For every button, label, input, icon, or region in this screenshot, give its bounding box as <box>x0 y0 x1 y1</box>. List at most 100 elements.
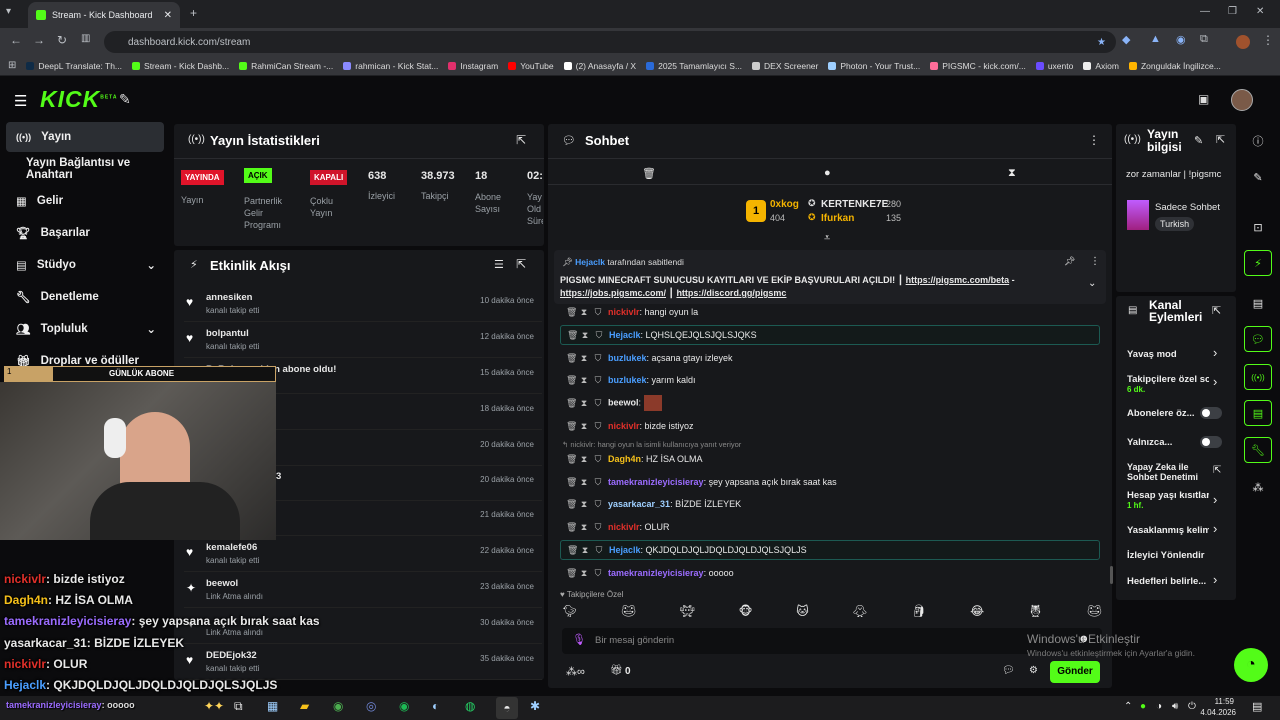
filter-icon[interactable]: ☰ <box>494 258 504 271</box>
timeout-icon[interactable]: ⧗ <box>580 477 588 488</box>
chat-menu-icon[interactable]: ⋮ <box>1088 133 1100 147</box>
minimize-icon[interactable]: — <box>1200 6 1210 17</box>
timeout-icon[interactable]: ⧗ <box>581 330 589 341</box>
sidepanel-icon[interactable]: ▥ <box>81 33 90 44</box>
mic-icon[interactable]: 🎙︎ <box>572 633 586 646</box>
send-button[interactable]: Gönder <box>1050 661 1100 683</box>
bookmark[interactable]: Stream - Kick Dashb... <box>132 61 229 71</box>
emote-icon[interactable]: 🦉︎ <box>1028 604 1043 622</box>
chat-message[interactable]: 🗑︎ ⧗ ⛉ tamekranizleyicisieray: ooooo <box>560 563 1100 583</box>
whatsapp-icon[interactable]: ◍ <box>465 699 475 713</box>
tab-list-icon[interactable]: ▾ <box>6 6 11 17</box>
expand-icon[interactable]: ⇱ <box>516 133 526 147</box>
clock-date[interactable]: 4.04.2026 <box>1196 708 1236 717</box>
menu-dots-icon[interactable]: ⋮ <box>1262 33 1274 47</box>
action-raid[interactable]: İzleyici Yönlendir <box>1127 550 1204 561</box>
chrome-icon[interactable]: ◉ <box>333 699 343 713</box>
obs-icon[interactable]: ◓ <box>496 697 518 719</box>
trash-icon[interactable]: 🗑︎ <box>566 454 577 465</box>
forward-icon[interactable]: → <box>33 33 45 47</box>
bookmark[interactable]: 2025 Tamamlayıcı S... <box>646 61 742 71</box>
steam-icon[interactable]: ◐ <box>432 699 439 713</box>
subs-only-toggle[interactable] <box>1200 407 1222 419</box>
spotify-icon[interactable]: ◉ <box>399 699 409 713</box>
lightning-icon[interactable]: ⚡︎ <box>1244 250 1272 276</box>
action-banned-words[interactable]: Yasaklanmış kelim <box>1127 525 1209 536</box>
chevron-right-icon[interactable]: › <box>1213 345 1217 360</box>
chat-message[interactable]: 🗑︎ ⧗ ⛉ Hejaclk: LQHSLQEJQLSJQLSJQKS <box>560 325 1100 345</box>
pinned-link[interactable]: https://jobs.pigsmc.com/ <box>560 288 666 298</box>
ban-icon[interactable]: ⛉ <box>594 522 602 533</box>
extension-icon[interactable]: ◉ <box>1176 33 1186 46</box>
ban-icon[interactable]: ⛉ <box>594 568 602 579</box>
action-account-age[interactable]: Hesap yaşı kısıtlar <box>1127 490 1209 501</box>
url-field[interactable]: dashboard.kick.com/stream ★ <box>104 31 1116 53</box>
sidebar-item-yayin[interactable]: ((•)) Yayın <box>6 122 164 152</box>
gift-icon[interactable]: 🎁︎ <box>610 665 623 676</box>
trash-icon[interactable]: 🗑︎ <box>566 568 577 579</box>
emote-icon[interactable]: 🐱︎ <box>796 604 809 622</box>
user-avatar[interactable] <box>1231 89 1253 111</box>
close-window-icon[interactable]: ✕ <box>1256 6 1264 17</box>
bookmark[interactable]: uxento <box>1035 61 1073 71</box>
volume-icon[interactable]: 🔊︎ <box>1172 701 1178 712</box>
chevron-right-icon[interactable]: › <box>1213 492 1217 507</box>
extensions-puzzle-icon[interactable]: ⧉ <box>1200 33 1208 46</box>
broadcast-icon[interactable]: ((•)) <box>1244 364 1272 390</box>
chevron-right-icon[interactable]: › <box>1213 521 1217 536</box>
bookmark[interactable]: (2) Anasayfa / X <box>563 61 636 71</box>
action-goals[interactable]: Hedefleri belirle... <box>1127 576 1206 587</box>
chat-message[interactable]: 🗑︎ ⧗ ⛉ yasarkacar_31: BİZDE İZLEYEK <box>560 494 1100 514</box>
emote-icon[interactable]: 🐸︎ <box>1087 604 1102 622</box>
profile-avatar[interactable] <box>1236 35 1250 49</box>
discord-icon[interactable]: ◎ <box>366 699 376 713</box>
bookmark[interactable]: Instagram <box>448 61 498 71</box>
emote-icon[interactable]: 😂︎ <box>970 604 984 622</box>
chat-input[interactable]: 🎙︎ Bir mesaj gönderin ☻ <box>562 628 1102 654</box>
wrench-icon[interactable]: 🔧︎ <box>1244 437 1272 463</box>
timeout-icon[interactable]: ⧗ <box>580 375 588 386</box>
edit-pencil-icon[interactable]: ✎ <box>1194 134 1203 147</box>
chevron-right-icon[interactable]: › <box>1213 572 1217 587</box>
bookmark[interactable]: PIGSMC - kick.com/... <box>930 61 1026 71</box>
pin-icon[interactable]: 📌︎ <box>1064 256 1075 267</box>
expand-icon[interactable]: ⇱ <box>1212 304 1221 317</box>
chat-mode-icon[interactable]: ● <box>824 167 831 179</box>
reload-icon[interactable]: ↻ <box>57 33 67 47</box>
support-chat-button[interactable]: ◔ <box>1234 648 1268 682</box>
chat-bubble-icon[interactable]: 💬︎ <box>1244 326 1272 352</box>
ban-icon[interactable]: ⛉ <box>594 398 602 409</box>
emote-icon[interactable]: 👾︎ <box>680 604 695 622</box>
chat-bubble-icon[interactable]: 💬︎ <box>1002 665 1015 676</box>
chat-message[interactable]: 🗑︎ ⧗ ⛉ Dagh4n: HZ İSA OLMA <box>560 449 1100 469</box>
bookmark[interactable]: rahmican - Kick Stat... <box>343 61 438 71</box>
tray-chevron-icon[interactable]: ⌃ <box>1124 701 1132 712</box>
chat-message[interactable]: 🗑︎ ⧗ ⛉ Hejaclk: QKJDQLDJQLJDQLDJQLDJQLSJQLJ… <box>560 540 1100 560</box>
emote-icon[interactable]: 🐤︎ <box>562 604 577 622</box>
kick-logo[interactable]: KICKBETA <box>40 86 117 113</box>
ban-icon[interactable]: ⛉ <box>594 454 602 465</box>
action-slow-mode[interactable]: Yavaş mod <box>1127 349 1177 360</box>
emote-icon[interactable]: 🐸︎ <box>621 604 636 622</box>
add-widget-icon[interactable]: ⁂ <box>1244 474 1272 500</box>
bookmark[interactable]: DEX Screener <box>752 61 818 71</box>
ban-icon[interactable]: ⛉ <box>594 477 602 488</box>
timeout-icon[interactable]: ⧗ <box>580 307 588 318</box>
bookmark[interactable]: DeepL Translate: Th... <box>26 61 122 71</box>
trash-icon[interactable]: 🗑︎ <box>642 167 656 180</box>
wrench-icon[interactable]: ✎ <box>119 91 131 108</box>
sidebar-item-studyo[interactable]: ▤ Stüdyo ⌄ <box>6 250 164 280</box>
chat-message[interactable]: 🗑︎ ⧗ ⛉ tamekranizleyicisieray: şey yapsana … <box>560 472 1100 492</box>
document-icon[interactable]: ▤ <box>1244 290 1272 316</box>
task-view-icon[interactable]: ⧉ <box>234 699 243 714</box>
timeout-icon[interactable]: ⧗ <box>580 421 588 432</box>
wallet-icon[interactable]: ▣ <box>1198 92 1209 106</box>
timeout-icon[interactable]: ⧗ <box>580 568 588 579</box>
extension-icon[interactable]: ◆ <box>1122 33 1130 46</box>
notification-icon[interactable]: ▤ <box>1252 700 1262 713</box>
bookmark[interactable]: Zonguldak İngilizce... <box>1128 61 1221 71</box>
ban-icon[interactable]: ⛉ <box>594 499 602 510</box>
sidebar-item-topluluk[interactable]: 👥︎ Topluluk ⌄ <box>6 314 164 344</box>
trash-icon[interactable]: 🗑︎ <box>566 522 577 533</box>
trash-icon[interactable]: 🗑︎ <box>566 421 577 432</box>
